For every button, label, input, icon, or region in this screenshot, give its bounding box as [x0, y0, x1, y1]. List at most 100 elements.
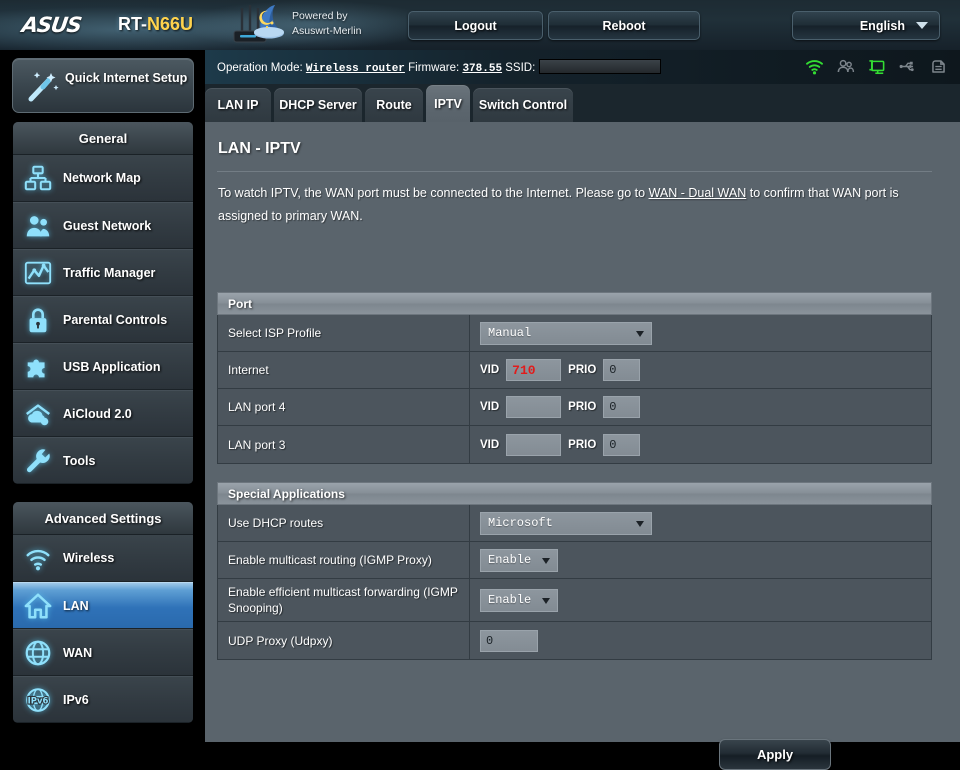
- sidebar-item-usb-application[interactable]: USB Application: [13, 343, 193, 390]
- operation-mode-label: Operation Mode:: [217, 62, 303, 74]
- igmp-proxy-select[interactable]: Enable: [480, 549, 558, 572]
- isp-profile-label: Select ISP Profile: [218, 315, 470, 351]
- reboot-button[interactable]: Reboot: [548, 11, 700, 40]
- sidebar-item-label: IPv6: [63, 693, 89, 707]
- wrench-icon: [13, 437, 63, 484]
- special-applications-section: Special Applications Use DHCP routes Mic…: [217, 482, 932, 660]
- sidebar-item-aicloud-2-0[interactable]: AiCloud 2.0: [13, 390, 193, 437]
- port-row-label: LAN port 4: [218, 389, 470, 425]
- vid-input[interactable]: [506, 396, 561, 418]
- status-icon-tray: [805, 57, 948, 76]
- magic-wand-icon: [25, 71, 59, 103]
- sidebar-item-label: LAN: [63, 599, 89, 613]
- wireless-icon: [13, 535, 63, 582]
- page-description: To watch IPTV, the WAN port must be conn…: [218, 182, 924, 228]
- network-map-icon: [13, 155, 63, 202]
- vid-input[interactable]: [506, 359, 561, 381]
- sidebar-item-parental-controls[interactable]: Parental Controls: [13, 296, 193, 343]
- sidebar-item-label: USB Application: [63, 360, 160, 374]
- tab-switch-control[interactable]: Switch Control: [473, 88, 573, 122]
- logout-button[interactable]: Logout: [408, 11, 543, 40]
- sidebar-group-advanced-header: Advanced Settings: [13, 502, 193, 535]
- chevron-down-icon: [916, 22, 928, 29]
- sidebar: Quick Internet Setup General Network Map…: [0, 50, 205, 742]
- ssid-label: SSID:: [505, 62, 535, 74]
- language-select[interactable]: English: [792, 11, 940, 40]
- table-row: LAN port 4VIDPRIO: [218, 389, 931, 426]
- udp-proxy-label: UDP Proxy (Udpxy): [218, 622, 470, 659]
- vid-label: VID: [480, 439, 499, 451]
- sidebar-item-label: WAN: [63, 646, 92, 660]
- sidebar-group-general: General Network MapGuest NetworkTraffic …: [12, 121, 194, 485]
- sidebar-item-label: Traffic Manager: [63, 266, 155, 280]
- dhcp-routes-select-value: Microsoft: [488, 516, 553, 530]
- prio-input[interactable]: [603, 359, 640, 381]
- sidebar-item-label: Parental Controls: [63, 313, 167, 327]
- traffic-manager-icon: [13, 249, 63, 296]
- puzzle-icon: [13, 343, 63, 390]
- prio-label: PRIO: [568, 439, 596, 451]
- globe-icon: [13, 629, 63, 676]
- table-row: Enable multicast routing (IGMP Proxy) En…: [218, 542, 931, 579]
- tab-bar: LAN IPDHCP ServerRouteIPTVSwitch Control: [205, 84, 960, 122]
- table-row: InternetVIDPRIO: [218, 352, 931, 389]
- router-model-name: RT-N66U: [118, 14, 193, 35]
- tab-lan-ip[interactable]: LAN IP: [205, 88, 271, 122]
- prio-input[interactable]: [603, 434, 640, 456]
- sidebar-item-wan[interactable]: WAN: [13, 629, 193, 676]
- tab-iptv[interactable]: IPTV: [426, 85, 470, 122]
- sidebar-item-lan[interactable]: LAN: [13, 582, 193, 629]
- wan-dual-wan-link[interactable]: WAN - Dual WAN: [649, 186, 747, 200]
- tab-dhcp-server[interactable]: DHCP Server: [274, 88, 362, 122]
- firmware-version-value[interactable]: 378.55: [462, 63, 502, 75]
- chevron-down-icon: [636, 521, 644, 527]
- apply-button[interactable]: Apply: [719, 739, 831, 770]
- quick-internet-setup-button[interactable]: Quick Internet Setup: [12, 58, 194, 113]
- sidebar-item-network-map[interactable]: Network Map: [13, 155, 193, 202]
- port-section: Port Select ISP Profile Manual InternetV…: [217, 292, 932, 464]
- table-row: Select ISP Profile Manual: [218, 315, 931, 352]
- guest-network-icon[interactable]: [836, 57, 855, 76]
- sidebar-item-wireless[interactable]: Wireless: [13, 535, 193, 582]
- ipv6-icon: IPv6: [13, 676, 63, 723]
- sidebar-item-label: Wireless: [63, 551, 114, 565]
- powered-by-line1: Powered by: [292, 9, 402, 24]
- sidebar-item-traffic-manager[interactable]: Traffic Manager: [13, 249, 193, 296]
- powered-by-text: Powered by Asuswrt-Merlin: [292, 9, 402, 41]
- operation-mode-value[interactable]: Wireless router: [306, 63, 405, 75]
- prio-label: PRIO: [568, 401, 596, 413]
- table-row: LAN port 3 VID PRIO: [218, 426, 931, 463]
- sidebar-item-tools[interactable]: Tools: [13, 437, 193, 484]
- table-row: Enable efficient multicast forwarding (I…: [218, 579, 931, 622]
- quick-internet-setup-label: Quick Internet Setup: [65, 70, 190, 86]
- operation-status-text: Operation Mode: Wireless router Firmware…: [217, 59, 661, 75]
- connected-clients-icon[interactable]: [867, 57, 886, 76]
- asus-logo[interactable]: ASUS: [20, 13, 82, 37]
- chevron-down-icon: [542, 558, 550, 564]
- isp-profile-select[interactable]: Manual: [480, 322, 652, 345]
- port-section-header: Port: [217, 292, 932, 315]
- isp-profile-select-value: Manual: [488, 326, 531, 340]
- dhcp-routes-select[interactable]: Microsoft: [480, 512, 652, 535]
- igmp-snooping-select[interactable]: Enable: [480, 589, 558, 612]
- udp-proxy-input[interactable]: [480, 630, 538, 652]
- port-row-label: Internet: [218, 352, 470, 388]
- wifi-icon[interactable]: [805, 57, 824, 76]
- prio-input[interactable]: [603, 396, 640, 418]
- sidebar-group-advanced: Advanced Settings Wireless LAN WAN IPv6 IPv6: [12, 501, 194, 724]
- printer-icon[interactable]: [929, 57, 948, 76]
- operation-status-bar: Operation Mode: Wireless router Firmware…: [205, 50, 960, 84]
- prio-label: PRIO: [568, 364, 596, 376]
- powered-by-line2: Asuswrt-Merlin: [292, 24, 402, 39]
- guest-network-icon: [13, 202, 63, 249]
- main-content-area: Operation Mode: Wireless router Firmware…: [205, 50, 960, 742]
- svg-text:IPv6: IPv6: [28, 695, 49, 705]
- port-row-label: LAN port 3: [218, 426, 470, 463]
- page-title: LAN - IPTV: [218, 140, 301, 158]
- usb-icon[interactable]: [898, 57, 917, 76]
- sidebar-item-guest-network[interactable]: Guest Network: [13, 202, 193, 249]
- tab-route[interactable]: Route: [365, 88, 423, 122]
- sidebar-item-ipv6[interactable]: IPv6 IPv6: [13, 676, 193, 723]
- table-row: Use DHCP routes Microsoft: [218, 505, 931, 542]
- vid-input[interactable]: [506, 434, 561, 456]
